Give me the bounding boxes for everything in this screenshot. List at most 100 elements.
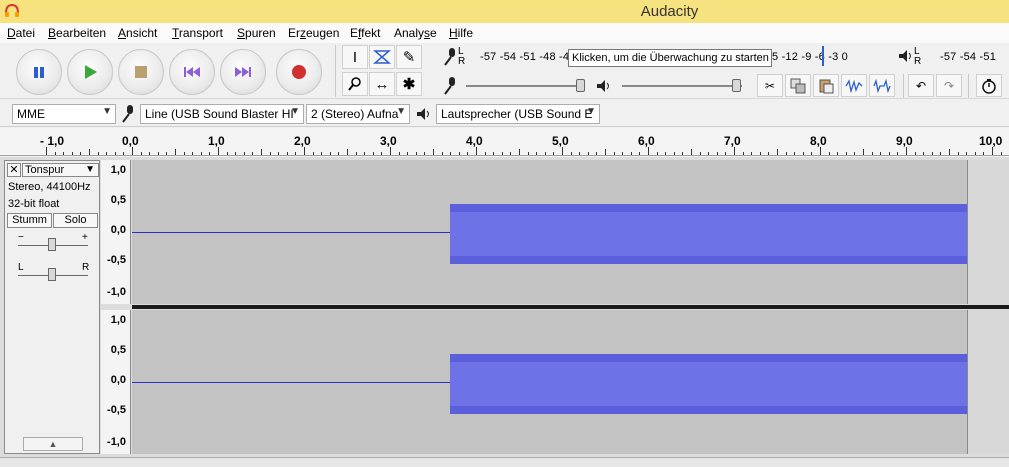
play-button[interactable] (67, 49, 113, 95)
playback-device-select[interactable]: Lautsprecher (USB Sound E ▼ (436, 104, 600, 124)
ruler-minor-tick (622, 152, 624, 155)
chevron-down-icon: ▼ (290, 106, 300, 117)
skip-start-icon (184, 67, 200, 77)
solo-button[interactable]: Solo (53, 213, 98, 228)
input-volume-slider[interactable] (466, 85, 584, 87)
trim-button[interactable] (841, 74, 867, 97)
ruler-minor-tick (200, 152, 202, 155)
pause-button[interactable] (16, 49, 62, 95)
pan-slider-thumb[interactable] (48, 268, 56, 281)
time-shift-tool[interactable]: ↔ (369, 72, 395, 96)
undo-button[interactable]: ↶ (908, 74, 934, 97)
waveform-channel-right[interactable] (132, 310, 1009, 454)
record-button[interactable] (276, 49, 322, 95)
ruler-minor-tick (149, 152, 151, 155)
ruler-minor-tick (639, 152, 641, 155)
menu-item-text: puren (245, 26, 276, 40)
multi-tool-icon: ✱ (402, 76, 416, 93)
menu-item-text: Er (288, 26, 300, 40)
track-menu-button[interactable]: Tonspur ▼ (22, 163, 99, 177)
menu-item-1[interactable]: Bearbeiten (48, 26, 106, 40)
amplitude-axis-label: 0,0 (110, 224, 126, 236)
silence-button[interactable] (869, 74, 895, 97)
menu-item-text: ilfe (457, 26, 474, 40)
ruler-minor-tick (501, 152, 503, 155)
ruler-tick-label: 1,0 (208, 134, 225, 148)
ruler-major-tick (820, 147, 821, 155)
menu-item-5[interactable]: Erzeugen (288, 26, 339, 40)
timeline-ruler[interactable]: - 1,0 0,0 1,0 2,0 3,0 4,0 5,0 6,0 7,0 8,0 9,0 10,0 (0, 128, 1009, 156)
menu-item-4[interactable]: Spuren (237, 26, 276, 40)
track-area: ✕ Tonspur ▼ Stereo, 44100Hz 32-bit float … (0, 157, 1009, 457)
ruler-minor-tick (252, 152, 254, 155)
output-volume-slider[interactable] (622, 85, 742, 87)
chevron-down-icon: ▼ (102, 106, 112, 117)
stop-button[interactable] (118, 49, 164, 95)
gain-slider-thumb[interactable] (48, 238, 56, 251)
menu-item-7[interactable]: Analyse (394, 26, 437, 40)
skip-to-start-button[interactable] (169, 49, 215, 95)
ruler-minor-tick (312, 152, 314, 155)
pause-icon (34, 67, 44, 78)
copy-button[interactable] (785, 74, 811, 97)
ruler-minor-tick (983, 152, 985, 155)
audio-host-value: MME (17, 107, 45, 121)
redo-button[interactable]: ↷ (936, 74, 962, 97)
amplitude-axis-label: -1,0 (107, 436, 126, 448)
ruler-minor-tick (97, 152, 99, 155)
collapse-track-button[interactable]: ▲ (23, 437, 83, 451)
ruler-minor-tick (605, 149, 606, 155)
output-volume-thumb[interactable] (732, 79, 741, 92)
vertical-axis-channel-1: 1,0 0,5 0,0 -0,5 -1,0 (101, 160, 131, 304)
menu-item-3[interactable]: Transport (172, 26, 223, 40)
audio-host-select[interactable]: MME ▼ (12, 104, 116, 124)
recording-device-select[interactable]: Line (USB Sound Blaster HI ▼ (140, 104, 304, 124)
ruler-major-tick (218, 147, 219, 155)
ruler-minor-tick (89, 149, 90, 155)
track-control-panel: ✕ Tonspur ▼ Stereo, 44100Hz 32-bit float … (4, 160, 100, 454)
input-volume-thumb[interactable] (576, 79, 585, 92)
menu-item-2[interactable]: Ansicht (118, 26, 157, 40)
playback-device-speaker-icon (417, 108, 429, 120)
ruler-minor-tick (398, 152, 400, 155)
multi-tool[interactable]: ✱ (396, 72, 422, 96)
ruler-minor-tick (673, 152, 675, 155)
ruler-minor-tick (742, 152, 744, 155)
zoom-tool[interactable] (342, 72, 368, 96)
recording-channels-select[interactable]: 2 (Stereo) Aufna ▼ (306, 104, 410, 124)
selection-tool[interactable]: I (342, 45, 368, 69)
close-track-button[interactable]: ✕ (7, 163, 21, 177)
ruler-major-tick (734, 147, 735, 155)
ruler-minor-tick (665, 152, 667, 155)
menu-item-8[interactable]: Hilfe (449, 26, 473, 40)
pencil-icon: ✎ (402, 49, 416, 66)
menu-item-0[interactable]: Datei (7, 26, 35, 40)
ruler-minor-tick (811, 152, 813, 155)
skip-to-end-button[interactable] (220, 49, 266, 95)
paste-button[interactable] (813, 74, 839, 97)
menu-item-text: E (350, 26, 359, 40)
sync-lock-button[interactable] (976, 74, 1002, 97)
pan-left-label: L (18, 262, 24, 273)
ruler-minor-tick (415, 152, 417, 155)
mute-button[interactable]: Stumm (7, 213, 52, 228)
recording-channels-value: 2 (Stereo) Aufna (311, 107, 399, 121)
playback-meter[interactable]: L R -57 -54 -51 (894, 46, 1009, 68)
envelope-tool[interactable] (369, 45, 395, 69)
ruler-minor-tick (527, 152, 529, 155)
amplitude-axis-label: 0,5 (110, 194, 126, 206)
ruler-minor-tick (794, 152, 796, 155)
ruler-minor-tick (1000, 152, 1002, 155)
waveform-channel-left[interactable] (132, 160, 1009, 304)
trim-audio-icon (845, 78, 863, 93)
ruler-minor-tick (286, 152, 288, 155)
cut-button[interactable]: ✂ (757, 74, 783, 97)
ruler-minor-tick (888, 152, 890, 155)
ruler-minor-tick (931, 152, 933, 155)
ruler-minor-tick (630, 152, 632, 155)
pan-right-label: R (82, 262, 90, 273)
menu-item-6[interactable]: Effekt (350, 26, 380, 40)
ruler-minor-tick (226, 152, 228, 155)
draw-tool[interactable]: ✎ (396, 45, 422, 69)
ruler-minor-tick (974, 152, 976, 155)
